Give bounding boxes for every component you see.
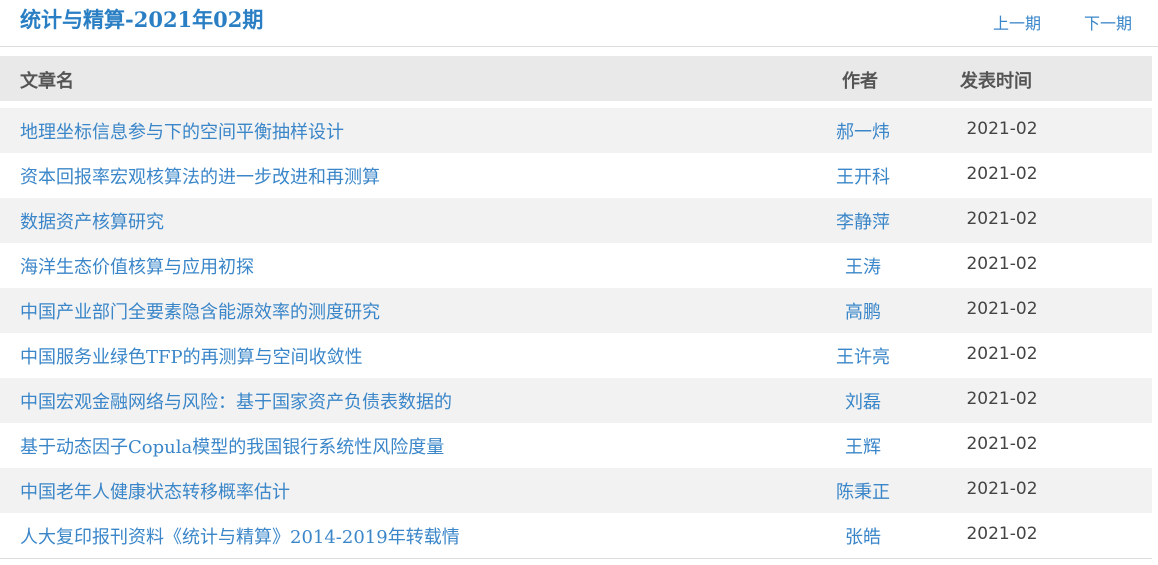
table-row: 中国老年人健康状态转移概率估计 陈秉正 2021-02	[0, 468, 1152, 513]
article-title-link[interactable]: 资本回报率宏观核算法的进一步改进和再测算	[20, 163, 380, 189]
publish-date: 2021-02	[966, 524, 1038, 544]
author-link[interactable]: 王辉	[804, 433, 922, 459]
table-row: 中国服务业绿色TFP的再测算与空间收敛性 王许亮 2021-02	[0, 333, 1152, 378]
next-issue-link[interactable]: 下一期	[1084, 10, 1132, 34]
article-title-link[interactable]: 地理坐标信息参与下的空间平衡抽样设计	[20, 118, 344, 144]
column-header-title: 文章名	[20, 71, 74, 92]
author-link[interactable]: 王涛	[804, 253, 922, 279]
publish-date: 2021-02	[966, 389, 1038, 409]
author-link[interactable]: 张皓	[804, 523, 922, 549]
article-title-link[interactable]: 中国宏观金融网络与风险：基于国家资产负债表数据的	[20, 388, 452, 414]
column-header-date: 发表时间	[960, 71, 1032, 92]
author-link[interactable]: 刘磊	[804, 388, 922, 414]
article-title-link[interactable]: 基于动态因子Copula模型的我国银行系统性风险度量	[20, 433, 444, 459]
author-link[interactable]: 王开科	[804, 163, 922, 189]
publish-date: 2021-02	[966, 119, 1038, 139]
table-row: 资本回报率宏观核算法的进一步改进和再测算 王开科 2021-02	[0, 153, 1152, 198]
table-row: 地理坐标信息参与下的空间平衡抽样设计 郝一炜 2021-02	[0, 108, 1152, 153]
table-header: 文章名 作者 发表时间	[0, 56, 1152, 101]
article-title-link[interactable]: 海洋生态价值核算与应用初探	[20, 253, 254, 279]
publish-date: 2021-02	[966, 209, 1038, 229]
table-row: 人大复印报刊资料《统计与精算》2014-2019年转载情 张皓 2021-02	[0, 513, 1152, 559]
article-table: 文章名 作者 发表时间 地理坐标信息参与下的空间平衡抽样设计 郝一炜 2021-…	[0, 56, 1152, 559]
article-title-link[interactable]: 数据资产核算研究	[20, 208, 164, 234]
column-header-author: 作者	[842, 71, 878, 92]
author-link[interactable]: 王许亮	[804, 343, 922, 369]
author-link[interactable]: 李静萍	[804, 208, 922, 234]
article-title-link[interactable]: 中国产业部门全要素隐含能源效率的测度研究	[20, 298, 380, 324]
page-header: 统计与精算-2021年02期 上一期 下一期	[0, 0, 1158, 47]
article-title-link[interactable]: 中国老年人健康状态转移概率估计	[20, 478, 290, 504]
publish-date: 2021-02	[966, 299, 1038, 319]
previous-issue-link[interactable]: 上一期	[993, 10, 1041, 34]
publish-date: 2021-02	[966, 254, 1038, 274]
article-title-link[interactable]: 人大复印报刊资料《统计与精算》2014-2019年转载情	[20, 523, 460, 549]
table-row: 中国宏观金融网络与风险：基于国家资产负债表数据的 刘磊 2021-02	[0, 378, 1152, 423]
table-row: 中国产业部门全要素隐含能源效率的测度研究 高鹏 2021-02	[0, 288, 1152, 333]
publish-date: 2021-02	[966, 164, 1038, 184]
publish-date: 2021-02	[966, 434, 1038, 454]
table-row: 基于动态因子Copula模型的我国银行系统性风险度量 王辉 2021-02	[0, 423, 1152, 468]
author-link[interactable]: 郝一炜	[804, 118, 922, 144]
table-row: 海洋生态价值核算与应用初探 王涛 2021-02	[0, 243, 1152, 288]
issue-title: 统计与精算-2021年02期	[20, 7, 264, 32]
publish-date: 2021-02	[966, 344, 1038, 364]
author-link[interactable]: 陈秉正	[804, 478, 922, 504]
article-title-link[interactable]: 中国服务业绿色TFP的再测算与空间收敛性	[20, 343, 363, 369]
table-row: 数据资产核算研究 李静萍 2021-02	[0, 198, 1152, 243]
publish-date: 2021-02	[966, 479, 1038, 499]
author-link[interactable]: 高鹏	[804, 298, 922, 324]
